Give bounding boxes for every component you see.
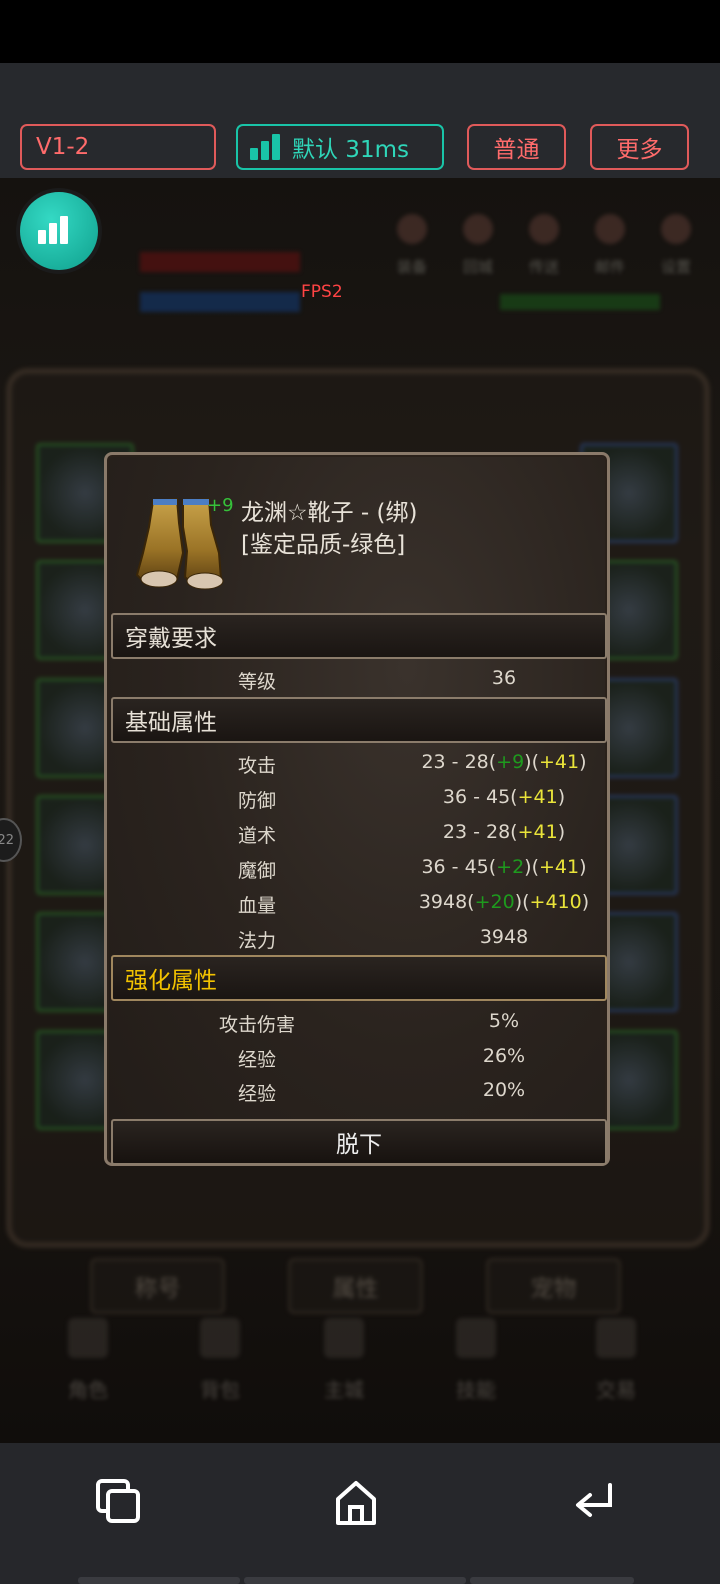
top-menu-label: 传送 <box>528 258 559 276</box>
section-title: 基础属性 <box>125 710 217 736</box>
top-menu-item[interactable]: 设置 <box>654 214 698 284</box>
tab-title[interactable]: 称号 <box>90 1258 225 1314</box>
more-label: 更多 <box>616 137 663 163</box>
exp-bar <box>500 294 660 310</box>
section-title: 强化属性 <box>125 968 217 994</box>
top-menu-item[interactable]: 邮件 <box>588 214 632 284</box>
stat-row: 经验 26% <box>107 1045 613 1079</box>
status-bar <box>0 0 720 63</box>
mode-button[interactable]: 普通 <box>467 124 566 170</box>
item-quality: [鉴定品质-绿色] <box>241 532 406 558</box>
tab-attributes[interactable]: 属性 <box>288 1258 423 1314</box>
game-nav-label: 背包 <box>200 1378 240 1402</box>
trade-icon <box>596 1318 636 1358</box>
ping-button[interactable]: 默认 31ms <box>236 124 444 170</box>
stat-label: 经验 <box>237 1083 276 1105</box>
stat-value: 23 - 28(+41) <box>442 821 566 843</box>
section-enhanced-stats: 强化属性 <box>111 955 607 1001</box>
top-menu-label: 邮件 <box>594 258 625 276</box>
item-detail-panel: +9 龙渊☆靴子 - (绑) [鉴定品质-绿色] 穿戴要求 等级 36 基础属性… <box>104 452 610 1166</box>
signal-bars-icon <box>38 216 68 244</box>
home-icon[interactable] <box>326 1473 386 1533</box>
stat-row: 攻击 23 - 28(+9)(+41) <box>107 751 613 785</box>
role-icon <box>68 1318 108 1358</box>
top-menu-item[interactable]: 传送 <box>522 214 566 284</box>
skill-icon <box>456 1318 496 1358</box>
signal-bars-icon <box>250 134 280 160</box>
tab-label: 属性 <box>332 1276 379 1302</box>
stat-row: 魔御 36 - 45(+2)(+41) <box>107 856 613 890</box>
top-menu-label: 回城 <box>462 258 493 276</box>
stat-label: 血量 <box>237 895 276 917</box>
mode-label: 普通 <box>493 137 540 163</box>
stat-value: 26% <box>482 1045 526 1067</box>
stat-value: 3948 <box>479 926 529 948</box>
tab-label: 称号 <box>134 1276 181 1302</box>
stat-label: 经验 <box>237 1049 276 1071</box>
stat-label: 法力 <box>237 930 276 952</box>
game-nav-skill[interactable]: 技能 <box>436 1318 516 1403</box>
game-nav-bag[interactable]: 背包 <box>180 1318 260 1403</box>
tab-pet[interactable]: 宠物 <box>486 1258 621 1314</box>
tab-label: 宠物 <box>530 1276 577 1302</box>
game-nav-label: 交易 <box>596 1378 636 1402</box>
system-nav-bar <box>0 1443 720 1584</box>
recent-apps-icon[interactable] <box>88 1473 148 1533</box>
stat-value: 36 - 45(+41) <box>442 786 566 808</box>
stat-label: 道术 <box>237 825 276 847</box>
top-menu-item[interactable]: 回城 <box>456 214 500 284</box>
stat-value: 36 <box>491 667 517 689</box>
stat-label: 攻击伤害 <box>218 1014 295 1036</box>
unequip-label: 脱下 <box>336 1132 382 1158</box>
item-name: 龙渊☆靴子 - (绑) <box>241 500 418 526</box>
stat-row: 攻击伤害 5% <box>107 1010 613 1044</box>
gesture-bar <box>0 1577 720 1584</box>
stat-value: 20% <box>482 1079 526 1101</box>
stat-value: 23 - 28(+9)(+41) <box>421 751 587 773</box>
hp-bar <box>140 252 300 272</box>
stat-value: 3948(+20)(+410) <box>418 891 590 913</box>
section-title: 穿戴要求 <box>125 626 217 652</box>
top-menu-item[interactable]: 装备 <box>390 214 434 284</box>
ping-label: 默认 31ms <box>292 137 409 163</box>
bag-icon <box>200 1318 240 1358</box>
stat-label: 攻击 <box>237 755 276 777</box>
game-nav-label: 主城 <box>324 1378 364 1402</box>
city-icon <box>324 1318 364 1358</box>
network-float-button[interactable] <box>16 188 102 274</box>
section-base-stats: 基础属性 <box>111 697 607 743</box>
stat-label: 魔御 <box>237 860 276 882</box>
back-icon[interactable] <box>566 1473 626 1533</box>
section-requirements: 穿戴要求 <box>111 613 607 659</box>
enhance-level: +9 <box>207 495 234 516</box>
more-button[interactable]: 更多 <box>590 124 689 170</box>
stat-row: 血量 3948(+20)(+410) <box>107 891 613 925</box>
game-nav-label: 技能 <box>456 1378 496 1402</box>
stat-label: 等级 <box>237 671 276 693</box>
stat-label: 防御 <box>237 790 276 812</box>
mp-bar <box>140 292 300 312</box>
game-nav-city[interactable]: 主城 <box>304 1318 384 1403</box>
game-nav-trade[interactable]: 交易 <box>576 1318 656 1403</box>
stat-value: 36 - 45(+2)(+41) <box>421 856 587 878</box>
version-button[interactable]: V1-2 <box>20 124 216 170</box>
unequip-button[interactable]: 脱下 <box>111 1119 607 1165</box>
game-nav-role[interactable]: 角色 <box>48 1318 128 1403</box>
stat-row: 等级 36 <box>107 667 613 701</box>
stat-row: 道术 23 - 28(+41) <box>107 821 613 855</box>
game-nav-label: 角色 <box>68 1378 108 1402</box>
top-menu-label: 装备 <box>396 258 427 276</box>
stat-row: 防御 36 - 45(+41) <box>107 786 613 820</box>
stat-row: 经验 20% <box>107 1079 613 1113</box>
version-label: V1-2 <box>36 134 90 160</box>
top-menu-label: 设置 <box>660 258 691 276</box>
stat-value: 5% <box>488 1010 520 1032</box>
fps-counter: FPS2 <box>301 282 343 302</box>
